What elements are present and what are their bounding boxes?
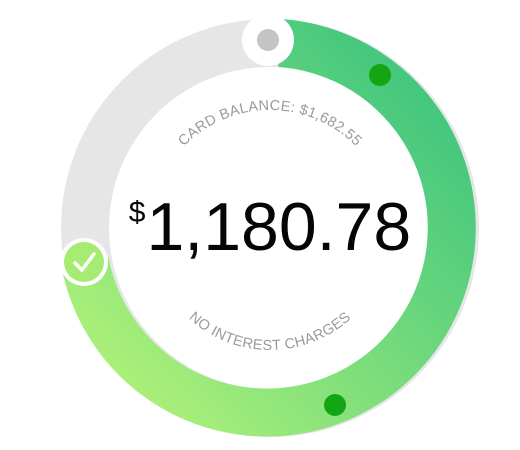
payment-amount: $1,180.78: [0, 190, 520, 264]
card-balance-label: CARD BALANCE: $1,682.55: [175, 98, 364, 150]
amount-value: 1,180.78: [146, 189, 412, 265]
green-dot-icon: [324, 394, 346, 416]
max-handle-dot-icon: [257, 29, 279, 51]
payment-dial-screen: CARD BALANCE: $1,682.55 NO INTEREST CHAR…: [0, 0, 520, 450]
green-dot-icon: [369, 64, 391, 86]
no-interest-label: NO INTEREST CHARGES: [186, 309, 354, 354]
currency-symbol: $: [128, 196, 146, 229]
